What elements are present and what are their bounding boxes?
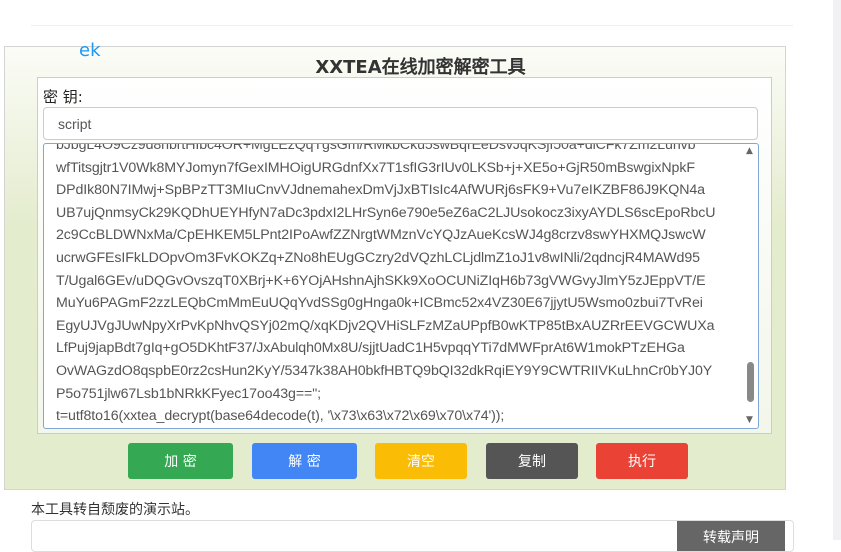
content-line: t=utf8to16(xxtea_decrypt(base64decode(t)… — [56, 408, 505, 425]
page-scrollbar[interactable] — [833, 0, 841, 540]
content-line: EgyUJVgJUwNpyXrPvKpNhvQSYj02mQ/xqKDjv2QV… — [56, 317, 715, 334]
content-text[interactable]: bJbgL4O9Cz9d8nbrtHIbc4OR+MgLEzQqTgsGm/RM… — [56, 143, 741, 429]
key-input[interactable] — [43, 107, 758, 140]
encrypt-button[interactable]: 加 密 — [128, 443, 233, 479]
scroll-thumb[interactable] — [747, 362, 754, 402]
content-line: DPdIk80N7IMwj+SpBPzTT3MIuCnvVJdnemahexDm… — [56, 182, 705, 199]
run-button[interactable]: 执行 — [596, 443, 688, 479]
content-line: MuYu6PAGmF2zzLEQbCmMmEuUQqYvdSSg0gHnga0k… — [56, 295, 703, 312]
source-note: 本工具转自颓废的演示站。 — [31, 502, 199, 518]
page-title: XXTEA在线加密解密工具 — [315, 57, 526, 78]
content-line: LfPuj9japBdt7gIq+gO5DKhtF37/JxAbulqh0Mx8… — [56, 340, 685, 357]
content-line: window["\x64\x6f\x63\x75\x6d\x65\x6e\x74… — [56, 428, 741, 429]
content-line: OvWAGzdO8qspbE0rz2csHun2KyY/5347k38AH0bk… — [56, 362, 713, 379]
copy-button[interactable]: 复制 — [486, 443, 578, 479]
content-textarea[interactable]: bJbgL4O9Cz9d8nbrtHIbc4OR+MgLEzQqTgsGm/RM… — [43, 143, 759, 429]
reprint-button[interactable]: 转载声明 — [677, 521, 785, 551]
content-line: UB7ujQnmsyCk29KQDhUEYHfyN7aDc3pdxI2LHrSy… — [56, 204, 716, 221]
decrypt-button[interactable]: 解 密 — [252, 443, 357, 479]
content-line: T/Ugal6GEv/uDQGvOvszqT0XBrj+K+6YOjAHshnA… — [56, 272, 706, 289]
content-line: P5o751jlw67Lsb1bNRkKFyec17oo43g=="; — [56, 385, 321, 402]
scroll-down-icon[interactable]: ▼ — [746, 415, 753, 425]
content-line: bJbgL4O9Cz9d8nbrtHIbc4OR+MgLEzQqTgsGm/RM… — [56, 143, 696, 153]
key-label: 密 钥: — [43, 88, 83, 106]
textarea-scrollbar[interactable]: ▲ ▼ — [743, 144, 758, 428]
divider — [31, 25, 793, 26]
scroll-up-icon[interactable]: ▲ — [746, 146, 753, 156]
content-line: 2c9CcBLDWNxMa/CpEHKEM5LPnt2IPoAwfZZNrgtW… — [56, 227, 706, 244]
content-line: ucrwGFEsIFkLDOpvOm3FvKOKZq+ZNo8hEUgGCzry… — [56, 249, 700, 266]
clear-button[interactable]: 清空 — [375, 443, 467, 479]
content-line: wfTitsgjtr1V0Wk8MYJomyn7fGexIMHOigURGdnf… — [56, 159, 695, 176]
